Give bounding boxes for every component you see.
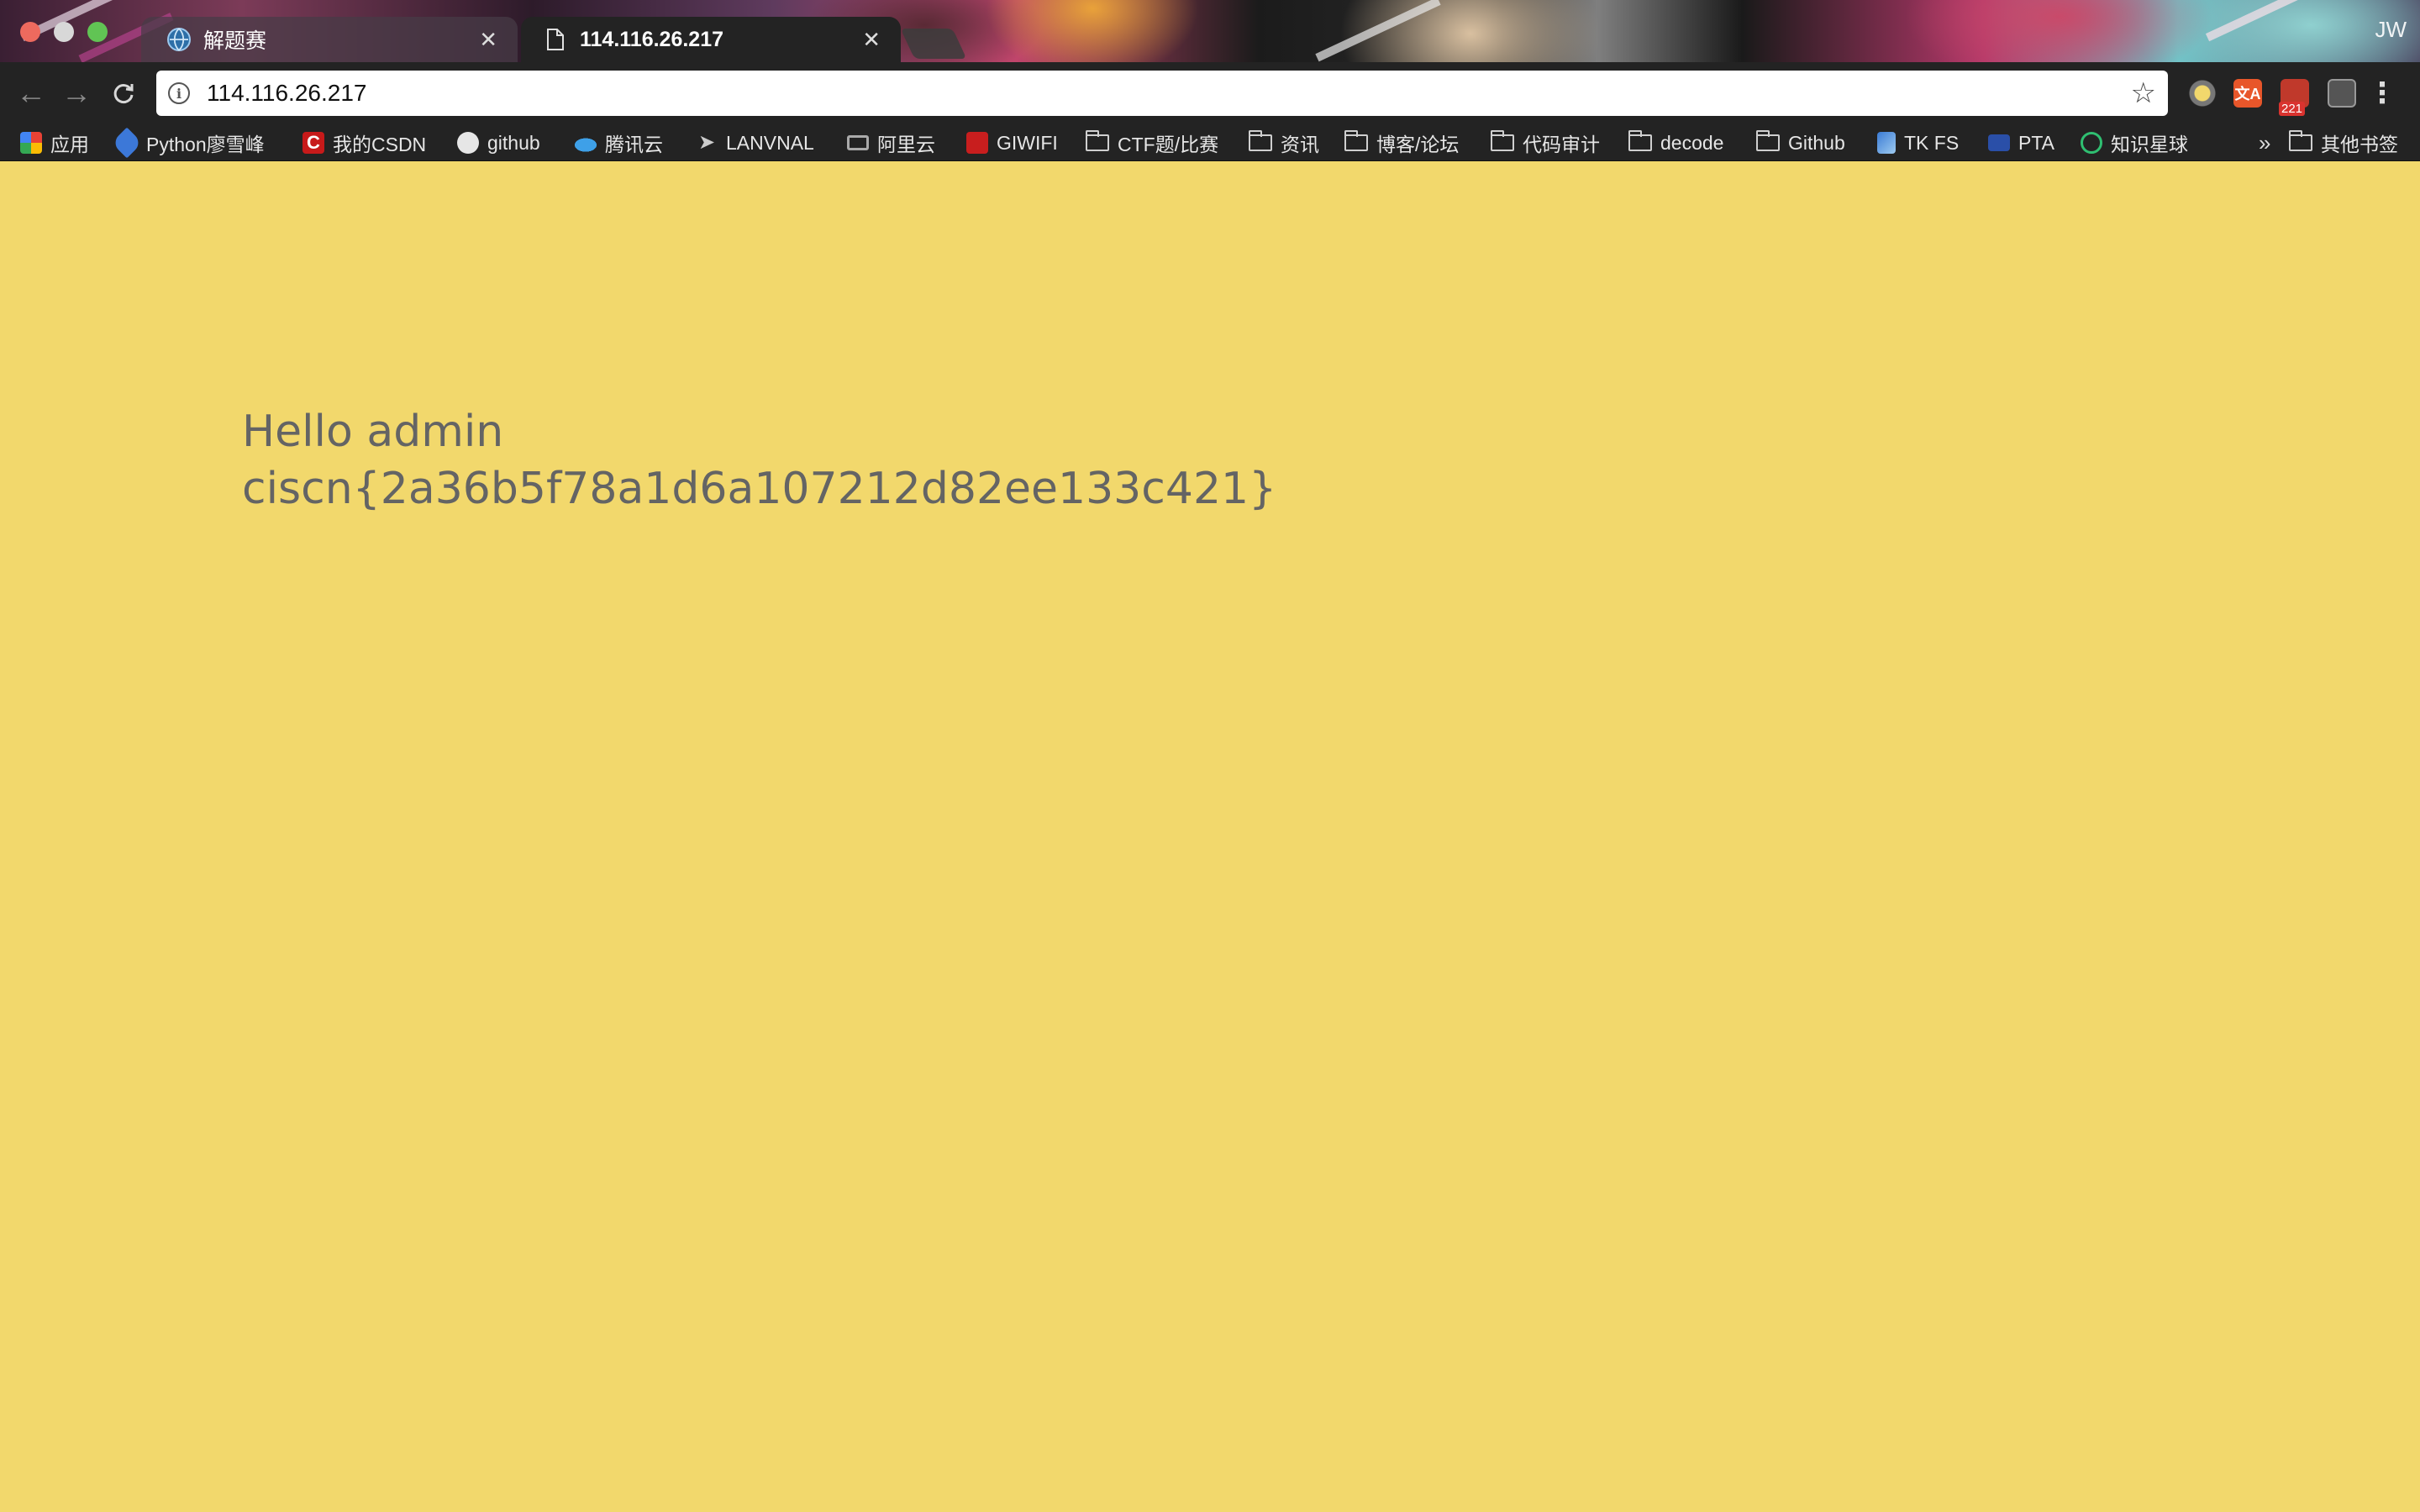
folder-icon <box>1249 130 1272 151</box>
bookmark-star-icon[interactable]: ☆ <box>2131 76 2156 110</box>
tab-title: 解题赛 <box>203 29 267 53</box>
bookmark-csdn[interactable]: C 我的CSDN <box>302 124 426 161</box>
bookmark-python[interactable]: Python廖雪峰 <box>111 124 265 161</box>
close-window-button[interactable] <box>20 22 40 42</box>
arrow-left-icon: ← <box>16 76 46 110</box>
back-button[interactable]: ← <box>12 74 50 113</box>
bookmark-label: 阿里云 <box>877 134 935 155</box>
apps-grid-icon <box>20 132 42 154</box>
pta-icon <box>1988 134 2010 151</box>
bookmark-label: CTF题/比赛 <box>1118 134 1219 155</box>
folder-icon <box>1344 130 1368 151</box>
url-text[interactable]: 114.116.26.217 <box>207 80 366 107</box>
forward-button[interactable]: → <box>57 74 96 113</box>
bookmark-label: 资讯 <box>1281 134 1319 155</box>
planet-icon <box>2081 132 2102 154</box>
bookmark-label: 博客/论坛 <box>1376 134 1460 155</box>
bookmark-label: 代码审计 <box>1523 134 1600 155</box>
maximize-window-button[interactable] <box>87 22 108 42</box>
bookmark-folder-code-audit[interactable]: 代码审计 <box>1491 124 1600 161</box>
new-tab-button[interactable] <box>900 29 967 59</box>
bookmark-label: PTA <box>2018 131 2055 154</box>
reload-icon <box>113 84 134 103</box>
bookmark-tkfs[interactable]: TK FS <box>1877 124 1959 161</box>
giwifi-icon <box>966 132 988 154</box>
bookmark-label: TK FS <box>1904 131 1960 154</box>
arrow-right-icon: → <box>61 76 92 110</box>
bookmark-github[interactable]: github <box>457 124 540 161</box>
tab-current-page[interactable]: 114.116.26.217 ✕ <box>521 17 901 62</box>
bookmark-lanvnal[interactable]: ➤ LANVNAL <box>696 124 814 161</box>
reload-button[interactable] <box>104 74 143 113</box>
wallpaper-decoration <box>2205 0 2324 42</box>
bookmark-apps[interactable]: 应用 <box>20 124 89 161</box>
bookmark-label: github <box>487 131 540 154</box>
bookmark-label: 腾讯云 <box>605 134 663 155</box>
bookmark-label: GIWIFI <box>997 131 1058 154</box>
folder-icon <box>2289 130 2312 151</box>
document-icon <box>547 29 564 50</box>
extension-badge: 221 <box>2279 102 2306 116</box>
bookmark-label: 我的CSDN <box>333 134 427 155</box>
bookmarks-bar: 应用 Python廖雪峰 C 我的CSDN github 腾讯云 ➤ LANVN… <box>0 124 2420 161</box>
minimize-window-button[interactable] <box>54 22 74 42</box>
extension-translate-icon[interactable]: 文A <box>2233 79 2262 108</box>
address-bar[interactable]: i 114.116.26.217 ☆ <box>156 71 2168 116</box>
csdn-icon: C <box>302 132 324 154</box>
bookmark-zhishixingqiu[interactable]: 知识星球 <box>2081 124 2188 161</box>
bookmark-folder-ctf[interactable]: CTF题/比赛 <box>1086 124 1218 161</box>
cloud-icon <box>575 132 597 154</box>
bookmark-pta[interactable]: PTA <box>1988 124 2054 161</box>
extension-mail-icon[interactable]: 221 <box>2279 79 2309 116</box>
extension-glasses-icon[interactable] <box>2328 79 2356 108</box>
folder-icon <box>1491 130 1514 151</box>
folder-icon <box>1756 130 1780 151</box>
flag-text: ciscn{2a36b5f78a1d6a107212d82ee133c421} <box>242 464 1277 514</box>
browser-menu-button[interactable]: ⋮ <box>2368 74 2396 113</box>
bookmark-label: 应用 <box>50 134 89 155</box>
tab-jietisai[interactable]: 解题赛 ✕ <box>141 17 518 62</box>
bookmark-label: Python廖雪峰 <box>146 134 265 155</box>
bookmark-folder-blog[interactable]: 博客/论坛 <box>1344 124 1459 161</box>
bookmark-tencent-cloud[interactable]: 腾讯云 <box>575 124 663 161</box>
globe-icon <box>167 28 191 51</box>
aliyun-icon <box>847 135 869 150</box>
folder-icon <box>1086 130 1109 151</box>
page-content: Hello admin ciscn{2a36b5f78a1d6a107212d8… <box>0 161 2420 1512</box>
other-bookmarks-folder[interactable]: 其他书签 <box>2289 124 2398 161</box>
wallpaper-decoration <box>1315 0 1441 62</box>
extension-circle-icon[interactable] <box>2188 79 2217 108</box>
folder-icon <box>1628 130 1652 151</box>
bookmark-label: 知识星球 <box>2111 134 2188 155</box>
tk-icon <box>1877 132 1896 154</box>
bookmark-folder-github[interactable]: Github <box>1756 124 1845 161</box>
close-tab-icon[interactable]: ✕ <box>479 27 497 53</box>
greeting-text: Hello admin <box>242 407 504 457</box>
paper-plane-icon: ➤ <box>697 131 716 154</box>
bookmark-label: decode <box>1660 131 1724 154</box>
tab-title: 114.116.26.217 <box>580 27 724 51</box>
rocket-icon <box>111 127 143 159</box>
bookmarks-overflow-button[interactable]: » <box>2259 124 2270 161</box>
bookmark-folder-decode[interactable]: decode <box>1628 124 1723 161</box>
browser-toolbar: ← → i 114.116.26.217 ☆ 文A 221 ⋮ <box>0 62 2420 124</box>
profile-label[interactable]: JW <box>2375 17 2407 43</box>
bookmark-giwifi[interactable]: GIWIFI <box>966 124 1058 161</box>
bookmark-folder-news[interactable]: 资讯 <box>1249 124 1319 161</box>
bookmark-label: LANVNAL <box>726 131 814 154</box>
bookmark-label: 其他书签 <box>2321 134 2398 155</box>
bookmark-label: Github <box>1788 131 1845 154</box>
github-icon <box>457 132 479 154</box>
window-title-bar: 解题赛 ✕ 114.116.26.217 ✕ JW <box>0 0 2420 62</box>
bookmark-aliyun[interactable]: 阿里云 <box>847 124 935 161</box>
close-tab-icon[interactable]: ✕ <box>862 27 881 53</box>
site-info-icon[interactable]: i <box>168 82 190 104</box>
